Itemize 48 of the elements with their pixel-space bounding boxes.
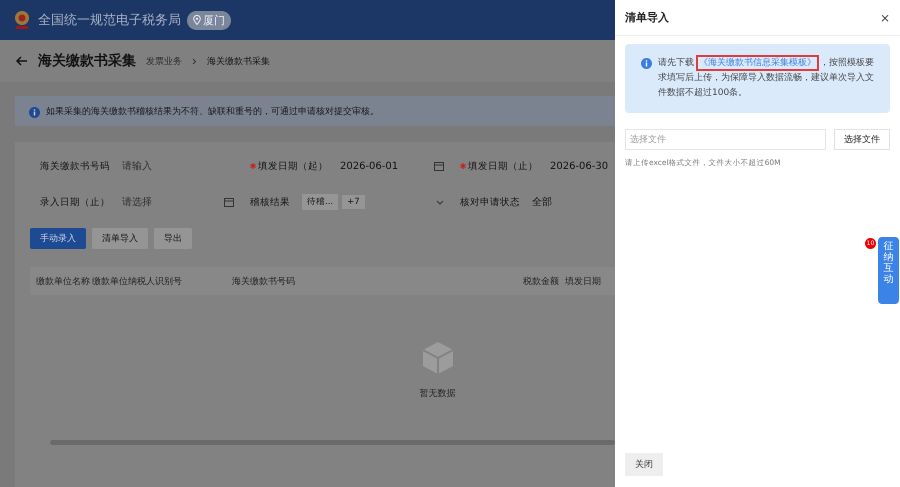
choose-file-button[interactable]: 选择文件	[834, 129, 890, 150]
calendar-icon	[434, 161, 444, 171]
date-field[interactable]: 请选择	[116, 189, 240, 215]
column-header: 税款金额	[522, 276, 560, 288]
chevron-down-icon	[436, 200, 444, 204]
close-drawer-button[interactable]: 关闭	[625, 453, 663, 476]
action-button[interactable]: 手动录入	[30, 228, 86, 249]
site-title: 全国统一规范电子税务局	[38, 12, 181, 29]
location-pin-icon	[193, 15, 201, 25]
tag: +7	[342, 195, 365, 209]
template-link[interactable]: 《海关缴款书信息采集模板》	[699, 58, 816, 68]
field-label: 海关缴款书号码	[40, 160, 110, 172]
action-button[interactable]: 清单导入	[92, 228, 148, 249]
column-header: 缴款单位纳税人识别号	[92, 276, 183, 288]
scrollbar[interactable]	[50, 440, 615, 445]
empty-box-icon	[422, 341, 454, 375]
info-icon	[29, 106, 40, 118]
text-field[interactable]: 请输入	[116, 153, 240, 179]
field-label: 稽核结果	[250, 196, 290, 208]
field-label: 核对申请状态	[460, 196, 520, 208]
drawer-title: 清单导入	[625, 10, 669, 25]
column-header: 填发日期	[565, 276, 602, 288]
breadcrumb-item: 海关缴款书采集	[207, 56, 270, 68]
date-field[interactable]: 2026-06-30	[544, 153, 615, 179]
select-field[interactable]: 全部	[526, 189, 615, 215]
back-arrow-icon[interactable]	[16, 56, 28, 66]
field-label: 填发日期（起）	[258, 160, 328, 172]
notice-text: 如果采集的海关缴款书稽核结果为不符、缺联和重号的，可通过申请核对提交审核。	[46, 106, 379, 118]
field-label: 录入日期（止）	[40, 196, 110, 208]
column-header: 海关缴款书号码	[232, 276, 296, 288]
tag: 待稽...	[302, 194, 338, 210]
info-icon	[641, 58, 652, 69]
field-label: 填发日期（止）	[468, 160, 538, 172]
column-header: 缴款单位名称	[36, 276, 91, 288]
select-field[interactable]: 待稽... +7	[296, 189, 450, 215]
region-pill[interactable]: 厦门	[187, 10, 231, 30]
action-button[interactable]: 导出	[154, 228, 192, 249]
close-button[interactable]: ×	[880, 10, 890, 24]
page-title: 海关缴款书采集	[38, 52, 136, 70]
breadcrumb-item[interactable]: 发票业务	[146, 54, 182, 68]
chevron-right-icon	[192, 58, 197, 64]
emblem-icon	[12, 9, 32, 31]
interaction-tab[interactable]: 征纳互动	[878, 237, 899, 304]
calendar-icon	[224, 197, 234, 207]
date-field[interactable]: 2026-06-01	[334, 153, 450, 179]
info-text: 请先下载 《海关缴款书信息采集模板》 ，按照模板要求填写后上传，为保障导入数据流畅，建议单次导入文件数据不超过100条。	[658, 56, 878, 101]
file-field[interactable]: 选择文件	[625, 129, 826, 150]
empty-text: 暂无数据	[420, 388, 456, 400]
